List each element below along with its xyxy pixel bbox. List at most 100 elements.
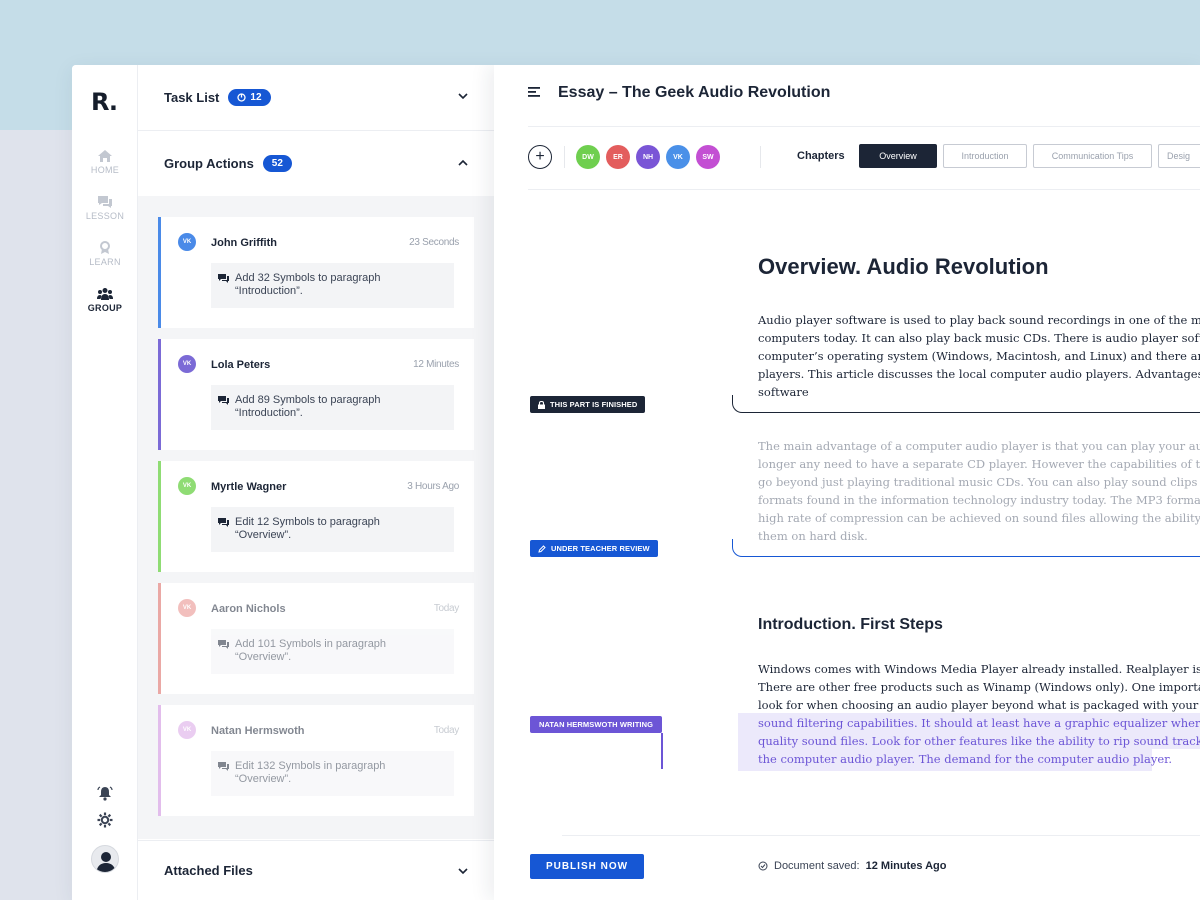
activity-text-line1: Edit 12 Symbols to paragraph xyxy=(235,516,380,528)
progress-icon xyxy=(237,93,247,102)
activity-panel: Task List 12 Group Actions 52 VK John Gr… xyxy=(138,65,494,900)
attached-files-header[interactable]: Attached Files xyxy=(138,840,494,900)
activity-text-line2: “Overview”. xyxy=(235,773,292,785)
section-heading-overview: Overview. Audio Revolution xyxy=(758,254,1049,279)
activity-card[interactable]: VK Aaron Nichols Today Add 101 Symbols i… xyxy=(158,583,474,694)
comment-icon xyxy=(218,274,229,283)
activity-description: Add 101 Symbols in paragraph “Overview”. xyxy=(211,629,454,674)
activity-card[interactable]: VK Lola Peters 12 Minutes Add 89 Symbols… xyxy=(158,339,474,450)
document-editor: Essay – The Geek Audio Revolution + DW E… xyxy=(494,65,1200,900)
chapter-tab-introduction[interactable]: Introduction xyxy=(943,144,1027,168)
activity-user-name: Natan Hermswoth xyxy=(211,725,305,737)
comment-icon xyxy=(218,396,229,405)
paragraph-introduction[interactable]: Windows comes with Windows Media Player … xyxy=(758,660,1200,714)
task-list-header[interactable]: Task List 12 xyxy=(138,65,494,131)
collaborator-avatar[interactable]: VK xyxy=(666,145,690,169)
paragraph-bracket xyxy=(732,539,1200,557)
activity-feed: VK John Griffith 23 Seconds Add 32 Symbo… xyxy=(138,196,494,839)
activity-time: 12 Minutes xyxy=(413,359,459,370)
text-line: longer any need to have a separate CD pl… xyxy=(758,457,1200,471)
menu-icon[interactable] xyxy=(528,86,541,98)
activity-time: 3 Hours Ago xyxy=(407,481,459,492)
text-line: computer’s operating system (Windows, Ma… xyxy=(758,349,1200,363)
activity-text-line1: Add 32 Symbols to paragraph xyxy=(235,272,381,284)
text-line: look for when choosing an audio player b… xyxy=(758,698,1200,712)
nav-lesson[interactable]: LESSON xyxy=(72,195,138,221)
task-list-title: Task List xyxy=(164,90,220,105)
activity-user-name: Myrtle Wagner xyxy=(211,481,287,493)
chat-icon xyxy=(98,196,112,208)
activity-avatar: VK xyxy=(178,599,196,617)
divider xyxy=(528,189,1200,190)
activity-card[interactable]: VK Natan Hermswoth Today Edit 132 Symbol… xyxy=(158,705,474,816)
activity-text-line1: Add 101 Symbols in paragraph xyxy=(235,638,387,650)
nav-home-label: HOME xyxy=(90,165,120,175)
group-actions-header[interactable]: Group Actions 52 xyxy=(138,131,494,197)
award-icon xyxy=(100,241,110,254)
home-icon xyxy=(98,150,112,162)
activity-card[interactable]: VK Myrtle Wagner 3 Hours Ago Edit 12 Sym… xyxy=(158,461,474,572)
activity-user-name: Aaron Nichols xyxy=(211,603,286,615)
chapter-tab-overview[interactable]: Overview xyxy=(859,144,937,168)
paragraph-under-review[interactable]: The main advantage of a computer audio p… xyxy=(758,437,1200,545)
paragraph-bracket xyxy=(732,395,1200,413)
save-status-time: 12 Minutes Ago xyxy=(865,860,947,872)
activity-user-name: Lola Peters xyxy=(211,359,271,371)
divider xyxy=(528,126,1200,127)
nav-lesson-label: LESSON xyxy=(85,211,125,221)
group-actions-title: Group Actions xyxy=(164,156,254,171)
app-window: R. HOME LESSON LEARN GROUP Task List 12 … xyxy=(72,65,1200,900)
settings-button[interactable] xyxy=(97,812,113,833)
user-icon xyxy=(96,852,116,872)
activity-text-line1: Add 89 Symbols to paragraph xyxy=(235,394,381,406)
text-line: There are other free products such as Wi… xyxy=(758,680,1200,694)
nav-group[interactable]: GROUP xyxy=(72,287,138,313)
nav-learn[interactable]: LEARN xyxy=(72,241,138,267)
chapters-label: Chapters xyxy=(797,150,845,162)
collaborator-avatar[interactable]: SW xyxy=(696,145,720,169)
chapter-tab-communication-tips[interactable]: Communication Tips xyxy=(1033,144,1152,168)
text-line: formats found in the information technol… xyxy=(758,493,1200,507)
publish-button[interactable]: PUBLISH NOW xyxy=(530,854,644,879)
divider xyxy=(562,835,1200,836)
nav-group-label: GROUP xyxy=(87,303,123,313)
chevron-down-icon xyxy=(458,93,468,100)
divider xyxy=(760,146,761,168)
text-line: high rate of compression can be achieved… xyxy=(758,511,1200,525)
paragraph-being-written[interactable]: sound filtering capabilities. It should … xyxy=(758,714,1200,768)
text-line: the computer audio player. The demand fo… xyxy=(758,752,1173,766)
activity-description: Edit 12 Symbols to paragraph “Overview”. xyxy=(211,507,454,552)
paragraph-finished[interactable]: Audio player software is used to play ba… xyxy=(758,311,1200,401)
activity-time: Today xyxy=(433,725,459,736)
add-collaborator-button[interactable]: + xyxy=(528,145,552,169)
save-status-label: Document saved: xyxy=(774,860,860,872)
activity-avatar: VK xyxy=(178,721,196,739)
group-icon xyxy=(97,288,113,300)
user-avatar[interactable] xyxy=(91,845,119,873)
nav-home[interactable]: HOME xyxy=(72,149,138,175)
activity-card[interactable]: VK John Griffith 23 Seconds Add 32 Symbo… xyxy=(158,217,474,328)
activity-text-line2: “Introduction”. xyxy=(235,407,303,419)
gear-icon xyxy=(97,812,113,828)
notification-bell[interactable] xyxy=(97,786,113,806)
collaborator-avatar[interactable]: DW xyxy=(576,145,600,169)
text-line: computers today. It can also play back m… xyxy=(758,331,1200,345)
activity-text-line2: “Overview”. xyxy=(235,529,292,541)
attached-files-title: Attached Files xyxy=(164,863,253,878)
status-tag-review: UNDER TEACHER REVIEW xyxy=(530,540,658,557)
activity-time: 23 Seconds xyxy=(409,237,459,248)
collaborator-avatar[interactable]: NH xyxy=(636,145,660,169)
pencil-icon xyxy=(538,544,546,553)
activity-user-name: John Griffith xyxy=(211,237,277,249)
task-list-count: 12 xyxy=(250,92,262,103)
nav-learn-label: LEARN xyxy=(89,257,121,267)
activity-text-line2: “Overview”. xyxy=(235,651,292,663)
status-tag-label: UNDER TEACHER REVIEW xyxy=(551,544,650,553)
save-status: Document saved: 12 Minutes Ago xyxy=(758,860,947,872)
status-tag-label: NATAN HERMSWOTH WRITING xyxy=(538,720,654,729)
nav-rail: R. HOME LESSON LEARN GROUP xyxy=(72,65,138,900)
check-circle-icon xyxy=(758,861,768,871)
chapter-tab-design[interactable]: Desig xyxy=(1158,144,1200,168)
collaborator-avatar[interactable]: ER xyxy=(606,145,630,169)
bell-icon xyxy=(97,786,113,801)
